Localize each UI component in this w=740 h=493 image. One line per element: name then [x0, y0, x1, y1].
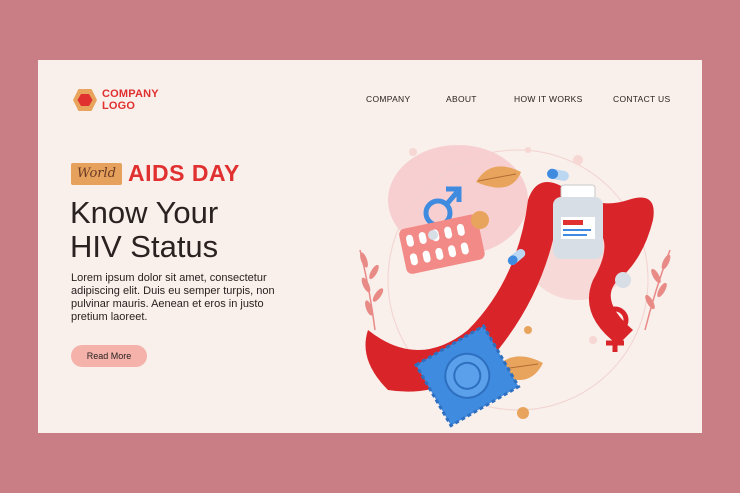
decor-dot [573, 155, 583, 165]
tablet-icon [517, 407, 529, 419]
logo-text: COMPANY LOGO [102, 88, 159, 112]
event-headline: World AIDS DAY [71, 160, 240, 187]
nav-about[interactable]: ABOUT [446, 94, 477, 104]
hero-description: Lorem ipsum dolor sit amet, consectetur … [71, 272, 275, 323]
decor-dot [409, 148, 417, 156]
decor-dot [589, 336, 597, 344]
tablet-icon [471, 211, 489, 229]
nav-contact-us[interactable]: CONTACT US [613, 94, 670, 104]
hero-title-line-2: HIV Status [70, 229, 219, 264]
aids-day-heading: AIDS DAY [128, 160, 240, 186]
hero-title-line-1: Know Your [70, 195, 219, 230]
hexagon-icon [73, 89, 97, 111]
tablet-icon [524, 326, 532, 334]
company-logo[interactable]: COMPANY LOGO [72, 88, 159, 112]
logo-line-1: COMPANY [102, 88, 159, 100]
landing-page: COMPANY LOGO COMPANY ABOUT HOW IT WORKS … [38, 60, 702, 433]
decor-dot [525, 147, 531, 153]
logo-line-2: LOGO [102, 100, 136, 112]
leaf-sprig-icon [359, 249, 384, 331]
hero-title: Know Your HIV Status [70, 196, 330, 264]
capsule-icon [547, 168, 569, 181]
hiv-awareness-illustration [359, 145, 671, 428]
tablet-icon [428, 230, 438, 240]
world-badge: World [71, 162, 122, 185]
read-more-button[interactable]: Read More [71, 345, 147, 367]
nav-how-it-works[interactable]: HOW IT WORKS [514, 94, 583, 104]
nav-company[interactable]: COMPANY [366, 94, 410, 104]
tablet-icon [615, 272, 631, 288]
